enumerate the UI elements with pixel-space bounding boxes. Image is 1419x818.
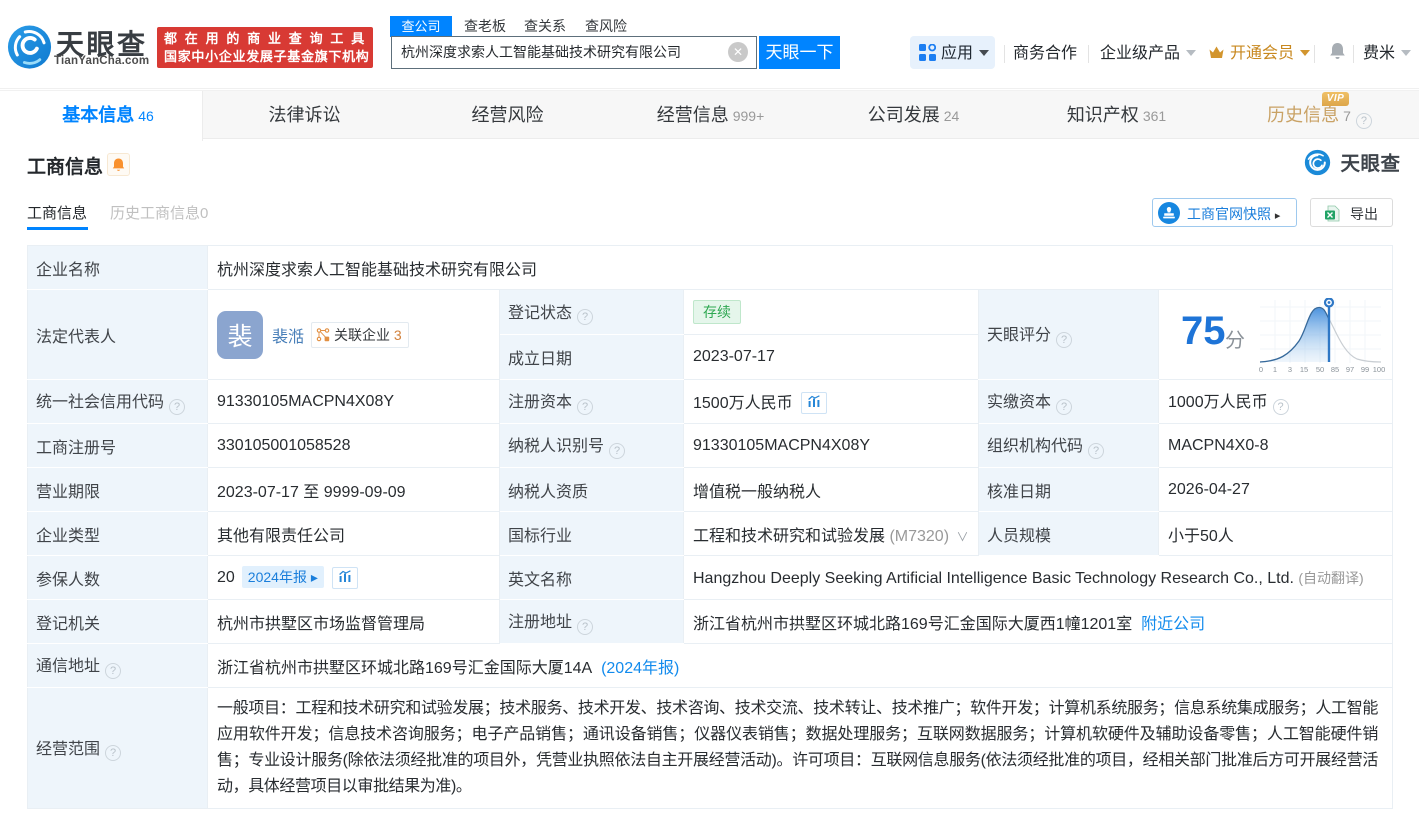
svg-text:15: 15: [1300, 365, 1308, 374]
svg-text:97: 97: [1346, 365, 1354, 374]
svg-text:99: 99: [1361, 365, 1369, 374]
svg-text:85: 85: [1331, 365, 1339, 374]
svg-text:1: 1: [1273, 365, 1277, 374]
svg-text:0: 0: [1259, 365, 1263, 374]
svg-text:3: 3: [1288, 365, 1292, 374]
svg-text:100: 100: [1373, 365, 1385, 374]
svg-text:50: 50: [1316, 365, 1324, 374]
